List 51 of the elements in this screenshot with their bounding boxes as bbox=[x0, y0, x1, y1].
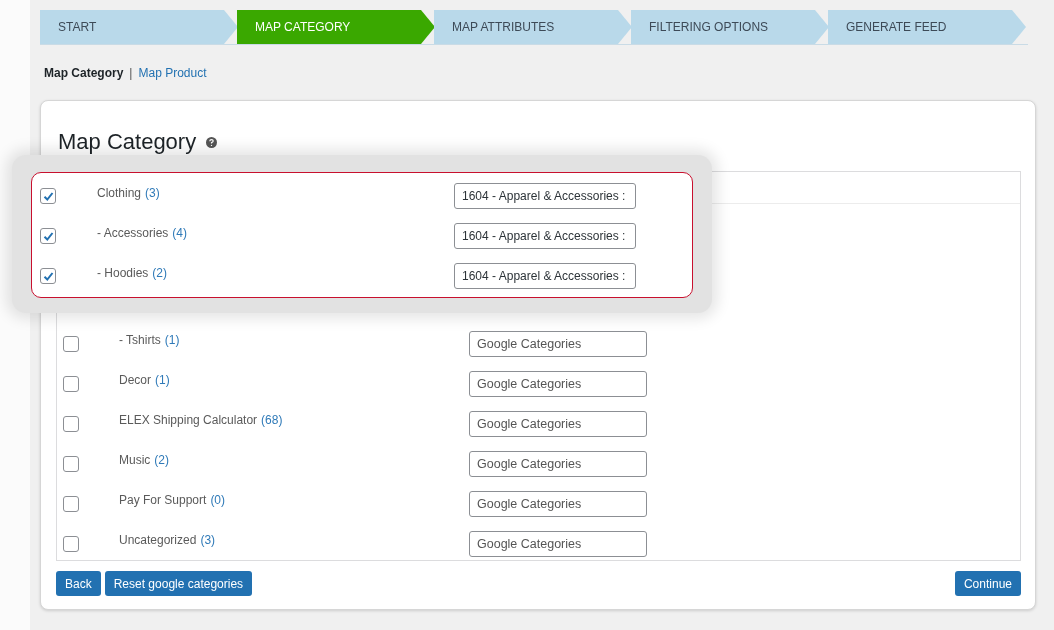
category-count: (1) bbox=[164, 333, 180, 347]
category-count: (4) bbox=[172, 226, 188, 240]
checkbox[interactable] bbox=[40, 268, 56, 284]
page-title: Map Category bbox=[58, 129, 197, 155]
checkbox[interactable] bbox=[63, 376, 79, 392]
checkbox[interactable] bbox=[63, 456, 79, 472]
checkbox[interactable] bbox=[63, 536, 79, 552]
category-count: (2) bbox=[152, 266, 168, 280]
google-category-field[interactable]: Google Categories bbox=[469, 531, 647, 557]
google-category-field[interactable]: Google Categories bbox=[469, 331, 647, 357]
category-name: - Hoodies bbox=[97, 266, 149, 280]
checkbox[interactable] bbox=[63, 336, 79, 352]
category-name: - Tshirts bbox=[119, 333, 161, 347]
continue-button[interactable]: Continue bbox=[954, 571, 1021, 596]
google-category-field[interactable]: Google Categories bbox=[469, 491, 647, 517]
back-button[interactable]: Back bbox=[56, 571, 101, 596]
category-name: - Accessories bbox=[97, 226, 169, 240]
category-name: ELEX Shipping Calculator bbox=[119, 413, 258, 427]
category-count: (68) bbox=[261, 413, 283, 427]
google-category-field[interactable]: 1604 - Apparel & Accessories : bbox=[454, 183, 636, 209]
category-count: (0) bbox=[210, 493, 226, 507]
subnav-link[interactable]: Map Product bbox=[138, 66, 207, 80]
category-name: Music bbox=[119, 453, 151, 467]
google-category-field[interactable]: 1604 - Apparel & Accessories : bbox=[454, 223, 636, 249]
checkbox[interactable] bbox=[40, 228, 56, 244]
subnav-link[interactable]: Map Category bbox=[44, 66, 124, 80]
wizard-step[interactable]: MAP ATTRIBUTES bbox=[434, 10, 632, 44]
wizard-step[interactable]: START bbox=[40, 10, 238, 44]
check-icon bbox=[42, 190, 54, 202]
google-category-field[interactable]: Google Categories bbox=[469, 411, 647, 437]
checkbox[interactable] bbox=[40, 188, 56, 204]
wizard-step[interactable]: FILTERING OPTIONS bbox=[631, 10, 829, 44]
google-category-field[interactable]: Google Categories bbox=[469, 371, 647, 397]
category-name: Decor bbox=[119, 373, 151, 387]
category-name: Clothing bbox=[97, 186, 142, 200]
category-count: (3) bbox=[200, 533, 216, 547]
google-category-field[interactable]: 1604 - Apparel & Accessories : bbox=[454, 263, 636, 289]
category-count: (1) bbox=[155, 373, 170, 387]
google-category-field[interactable]: Google Categories bbox=[469, 451, 647, 477]
category-name: Uncategorized bbox=[119, 533, 197, 547]
wizard-step[interactable]: GENERATE FEED bbox=[828, 10, 1026, 44]
separator: | bbox=[129, 66, 133, 80]
reset-button[interactable]: Reset google categories bbox=[104, 571, 253, 596]
check-icon bbox=[42, 270, 54, 282]
check-icon bbox=[42, 230, 54, 242]
checkbox[interactable] bbox=[63, 416, 79, 432]
checkbox[interactable] bbox=[63, 496, 79, 512]
help-icon[interactable] bbox=[206, 136, 218, 148]
category-count: (3) bbox=[145, 186, 160, 200]
category-name: Pay For Support bbox=[119, 493, 207, 507]
category-count: (2) bbox=[154, 453, 169, 467]
